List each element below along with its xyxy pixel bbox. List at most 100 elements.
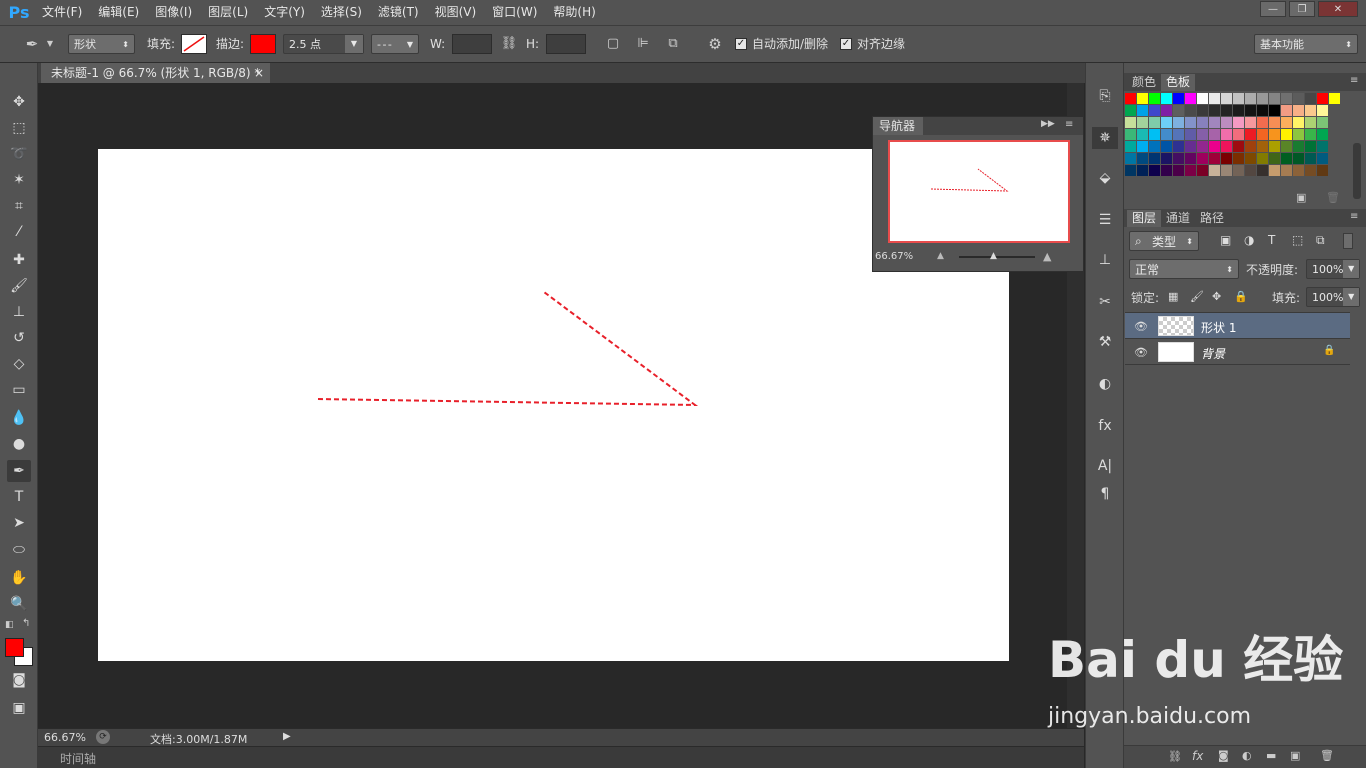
color-swatch[interactable] xyxy=(1269,129,1280,140)
color-swatch[interactable] xyxy=(1257,165,1268,176)
gradient-tool-icon[interactable]: ▭ xyxy=(7,379,31,401)
type-tool-icon[interactable]: T xyxy=(7,486,31,508)
color-swatch[interactable] xyxy=(1305,153,1316,164)
color-swatch[interactable] xyxy=(1317,105,1328,116)
menu-help[interactable]: 帮助(H) xyxy=(545,0,603,25)
color-swatch[interactable] xyxy=(1209,165,1220,176)
color-swatch[interactable] xyxy=(1197,93,1208,104)
color-swatch[interactable] xyxy=(1269,105,1280,116)
color-swatch[interactable] xyxy=(1209,141,1220,152)
color-swatch[interactable] xyxy=(1197,165,1208,176)
tab-channels[interactable]: 通道 xyxy=(1161,210,1195,227)
color-swatch[interactable] xyxy=(1185,105,1196,116)
color-swatch[interactable] xyxy=(1269,153,1280,164)
foreground-color-swatch[interactable] xyxy=(5,638,24,657)
eye-icon[interactable]: 👁 xyxy=(1134,320,1148,333)
actions-icon[interactable]: ⚒ xyxy=(1092,331,1118,353)
color-swatch[interactable] xyxy=(1317,117,1328,128)
color-swatch[interactable] xyxy=(1245,141,1256,152)
filter-adjustment-icon[interactable]: ◑ xyxy=(1244,233,1254,247)
status-menu-arrow-icon[interactable]: ▶ xyxy=(283,731,291,742)
color-swatch[interactable] xyxy=(1149,153,1160,164)
healing-brush-tool-icon[interactable]: ✚ xyxy=(7,249,31,271)
timeline-tab[interactable]: 时间轴 xyxy=(60,750,96,767)
color-swatch[interactable] xyxy=(1221,129,1232,140)
layer-row[interactable]: 👁 形状 1 xyxy=(1125,313,1350,339)
zoom-slider-track[interactable] xyxy=(959,256,1035,258)
paragraph-icon[interactable]: ¶ xyxy=(1092,483,1118,505)
adjustment-layer-icon[interactable]: ◐ xyxy=(1242,749,1252,762)
color-swatch[interactable] xyxy=(1173,153,1184,164)
color-swatch[interactable] xyxy=(1185,129,1196,140)
color-swatch[interactable] xyxy=(1221,117,1232,128)
color-swatch[interactable] xyxy=(1245,153,1256,164)
crop-tool-icon[interactable]: ⌗ xyxy=(7,195,31,217)
path-selection-tool-icon[interactable]: ➤ xyxy=(7,512,31,534)
color-swatch[interactable] xyxy=(1281,117,1292,128)
dodge-tool-icon[interactable]: ● xyxy=(7,433,31,455)
color-swatch[interactable] xyxy=(1125,141,1136,152)
filter-shape-icon[interactable]: ⬚ xyxy=(1292,233,1303,247)
layer-row[interactable]: 👁 背景 🔒 xyxy=(1125,339,1350,365)
preset-dropdown-icon[interactable]: ▼ xyxy=(44,34,56,54)
eyedropper-tool-icon[interactable]: ⁄ xyxy=(7,221,31,243)
lock-image-icon[interactable]: 🖌 xyxy=(1190,290,1204,303)
navigator-zoom[interactable]: 66.67% xyxy=(875,251,913,262)
color-swatch[interactable] xyxy=(1233,129,1244,140)
color-swatch[interactable] xyxy=(1149,93,1160,104)
navigator-dock-icon[interactable]: ✵ xyxy=(1092,127,1118,149)
width-input[interactable] xyxy=(452,34,492,54)
align-edges-checkbox[interactable]: ✓ xyxy=(840,38,852,50)
add-mask-icon[interactable]: ◙ xyxy=(1218,749,1229,762)
clone-source-icon[interactable]: ⊥ xyxy=(1092,249,1118,271)
color-swatch[interactable] xyxy=(1149,165,1160,176)
color-swatch[interactable] xyxy=(1233,117,1244,128)
lock-all-icon[interactable]: 🔒 xyxy=(1234,290,1248,303)
color-swatch[interactable] xyxy=(1281,153,1292,164)
color-swatch[interactable] xyxy=(1293,105,1304,116)
color-swatch[interactable] xyxy=(1281,93,1292,104)
color-swatch[interactable] xyxy=(1221,105,1232,116)
color-swatch[interactable] xyxy=(1137,117,1148,128)
color-swatch[interactable] xyxy=(1233,153,1244,164)
color-swatch[interactable] xyxy=(1317,129,1328,140)
color-swatch[interactable] xyxy=(1197,105,1208,116)
color-swatch[interactable] xyxy=(1293,153,1304,164)
menu-filter[interactable]: 滤镜(T) xyxy=(370,0,427,25)
link-layers-icon[interactable]: ⛓ xyxy=(1168,750,1182,763)
brush-tool-icon[interactable]: 🖌 xyxy=(7,275,31,297)
zoom-out-icon[interactable]: ▲ xyxy=(937,251,944,261)
menu-select[interactable]: 选择(S) xyxy=(313,0,370,25)
color-swatch[interactable] xyxy=(1245,129,1256,140)
filter-smart-object-icon[interactable]: ⧉ xyxy=(1316,233,1325,248)
navigator-tab[interactable]: 导航器 xyxy=(873,117,923,135)
layer-filter-select[interactable]: ⌕ 类型 ⬍ xyxy=(1129,231,1199,251)
layer-name[interactable]: 形状 1 xyxy=(1201,319,1236,336)
color-swatch[interactable] xyxy=(1305,129,1316,140)
color-swatch[interactable] xyxy=(1233,93,1244,104)
close-button[interactable]: ✕ xyxy=(1318,1,1358,17)
color-swatch[interactable] xyxy=(1329,93,1340,104)
clone-stamp-tool-icon[interactable]: ⊥ xyxy=(7,301,31,323)
zoom-tool-icon[interactable]: 🔍 xyxy=(7,593,31,615)
opacity-field[interactable]: 100% ▼ xyxy=(1306,259,1360,279)
menu-file[interactable]: 文件(F) xyxy=(34,0,90,25)
color-swatch[interactable] xyxy=(1317,165,1328,176)
color-swatch[interactable] xyxy=(1317,153,1328,164)
brush-presets-icon[interactable]: ☰ xyxy=(1092,209,1118,231)
color-swatch[interactable] xyxy=(1137,165,1148,176)
color-swatch[interactable] xyxy=(1245,93,1256,104)
color-swatch[interactable] xyxy=(1245,165,1256,176)
lock-position-icon[interactable]: ✥ xyxy=(1212,290,1221,303)
menu-edit[interactable]: 编辑(E) xyxy=(90,0,147,25)
panel-menu-icon[interactable]: ≡ xyxy=(1350,211,1358,222)
color-swatch[interactable] xyxy=(1233,165,1244,176)
color-swatch[interactable] xyxy=(1173,93,1184,104)
move-tool-icon[interactable]: ✥ xyxy=(7,91,31,113)
stroke-type-select[interactable]: - - - ▼ xyxy=(371,34,419,54)
color-swatch[interactable] xyxy=(1257,141,1268,152)
color-swatch[interactable] xyxy=(1161,129,1172,140)
color-swatch[interactable] xyxy=(1185,117,1196,128)
color-swatch[interactable] xyxy=(1305,105,1316,116)
quick-mask-icon[interactable]: ◙ xyxy=(7,669,31,691)
